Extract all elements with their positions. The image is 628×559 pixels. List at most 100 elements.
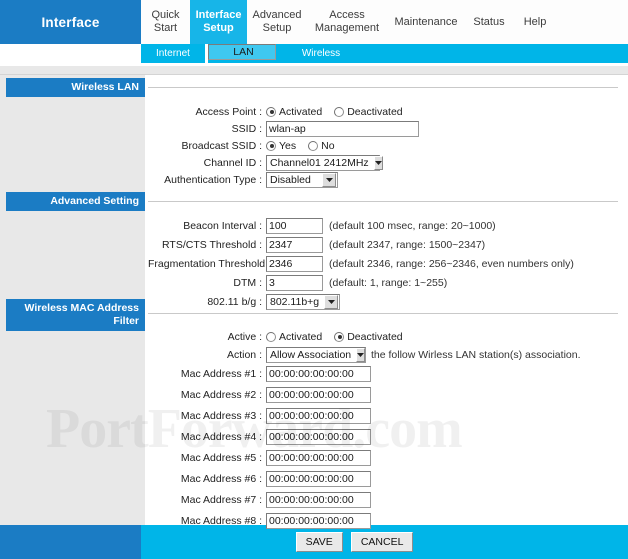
row-channel-id: Channel ID : Channel01 2412MHz [148, 154, 383, 171]
logo-label: Interface [41, 14, 100, 30]
access-point-radio-deactivated-label: Deactivated [347, 105, 403, 118]
mac-address-8-label: Mac Address #8 : [180, 514, 262, 527]
access-point-radio-group: Activated Deactivated [266, 106, 411, 118]
tab-help-label: Help [523, 15, 547, 28]
row-fragmentation-threshold: Fragmentation Threshold : (default 2346,… [148, 255, 574, 272]
mac-address-4-label: Mac Address #4 : [180, 430, 262, 443]
tab-help[interactable]: Help [513, 0, 557, 44]
mac-address-4-input[interactable] [266, 428, 371, 445]
mac-address-7-label: Mac Address #7 : [180, 493, 262, 506]
mac-address-2-input[interactable] [266, 386, 371, 403]
802-11-mode-select[interactable]: 802.11b+g [266, 293, 340, 310]
mac-filter-action-label: Action : [226, 348, 262, 361]
rts-cts-threshold-hint: (default 2347, range: 1500~2347) [329, 238, 486, 251]
row-dtm: DTM : (default: 1, range: 1~255) [148, 274, 447, 291]
dtm-input[interactable] [266, 274, 323, 291]
tab-quick-start-label: Quick Start [151, 9, 180, 34]
row-802-11-mode: 802.11 b/g : 802.11b+g [148, 293, 340, 310]
radio-dot-icon [266, 140, 276, 151]
subtab-internet[interactable]: Internet [141, 44, 208, 63]
top-navigation-bar: Interface Quick Start Interface Setup Ad… [0, 0, 628, 44]
mac-address-3-label: Mac Address #3 : [180, 409, 262, 422]
mac-address-8-input[interactable] [266, 512, 371, 529]
broadcast-ssid-label: Broadcast SSID : [181, 139, 262, 152]
mac-filter-action-select[interactable]: Allow Association [266, 346, 366, 363]
sub-tab-list: Internet LAN Wireless [0, 44, 628, 63]
mac-address-3-input[interactable] [266, 407, 371, 424]
access-point-radio-deactivated[interactable]: Deactivated [334, 106, 410, 118]
settings-form: Access Point : Activated Deactivated SSI… [148, 75, 628, 548]
rts-cts-threshold-input[interactable] [266, 236, 323, 253]
tab-advanced-setup[interactable]: Advanced Setup [247, 0, 307, 44]
broadcast-ssid-radio-yes[interactable]: Yes [266, 140, 304, 152]
beacon-interval-input[interactable] [266, 217, 323, 234]
mac-address-1-label: Mac Address #1 : [180, 367, 262, 380]
radio-dot-icon [266, 331, 276, 342]
row-rts-cts-threshold: RTS/CTS Threshold : (default 2347, range… [148, 236, 485, 253]
authentication-type-label: Authentication Type : [164, 173, 262, 186]
mac-address-5-input[interactable] [266, 449, 371, 466]
mac-address-1-input[interactable] [266, 365, 371, 382]
ssid-label: SSID : [231, 122, 262, 135]
tab-status[interactable]: Status [465, 0, 513, 44]
access-point-label: Access Point : [195, 105, 262, 118]
channel-id-label: Channel ID : [203, 156, 262, 169]
row-mac-address-7: Mac Address #7 : [148, 491, 371, 508]
row-access-point: Access Point : Activated Deactivated [148, 103, 411, 120]
beacon-interval-label: Beacon Interval : [183, 219, 262, 232]
dtm-label: DTM : [233, 276, 262, 289]
fragmentation-threshold-hint: (default 2346, range: 256~2346, even num… [329, 257, 574, 270]
beacon-interval-hint: (default 100 msec, range: 20~1000) [329, 219, 496, 232]
chevron-down-icon [322, 172, 336, 187]
broadcast-ssid-radio-yes-label: Yes [279, 139, 297, 152]
authentication-type-select[interactable]: Disabled [266, 171, 338, 188]
tab-maintenance[interactable]: Maintenance [387, 0, 465, 44]
access-point-radio-activated-label: Activated [279, 105, 323, 118]
row-mac-filter-action: Action : Allow Association the follow Wi… [148, 346, 581, 363]
mac-filter-active-radio-activated[interactable]: Activated [266, 331, 330, 343]
tab-access-management-label: Access Management [314, 9, 380, 34]
section-header-mac-filter: Wireless MAC Address Filter [6, 299, 145, 331]
tab-access-management[interactable]: Access Management [307, 0, 387, 44]
nav-gap-strip [0, 66, 628, 75]
mac-filter-active-radio-deactivated-label: Deactivated [347, 330, 403, 343]
dtm-hint: (default: 1, range: 1~255) [329, 276, 448, 289]
mac-filter-active-radio-deactivated[interactable]: Deactivated [334, 331, 410, 343]
row-mac-address-1: Mac Address #1 : [148, 365, 371, 382]
channel-id-select[interactable]: Channel01 2412MHz [266, 154, 383, 171]
row-mac-address-4: Mac Address #4 : [148, 428, 371, 445]
broadcast-ssid-radio-no-label: No [321, 139, 335, 152]
subtab-wireless[interactable]: Wireless [276, 44, 366, 63]
authentication-type-value: Disabled [270, 173, 311, 186]
access-point-radio-activated[interactable]: Activated [266, 106, 330, 118]
broadcast-ssid-radio-no[interactable]: No [308, 140, 342, 152]
sub-tab-tail [366, 44, 628, 63]
chevron-down-icon [373, 155, 383, 170]
tab-interface-setup[interactable]: Interface Setup [190, 0, 247, 44]
section-header-wireless-lan-label: Wireless LAN [71, 81, 139, 93]
subtab-lan[interactable]: LAN [208, 44, 276, 60]
mac-address-7-input[interactable] [266, 491, 371, 508]
radio-dot-icon [334, 106, 345, 117]
mac-address-5-label: Mac Address #5 : [180, 451, 262, 464]
interface-logo: Interface [0, 0, 141, 44]
row-mac-address-6: Mac Address #6 : [148, 470, 371, 487]
row-mac-address-3: Mac Address #3 : [148, 407, 371, 424]
mac-filter-action-value: Allow Association [270, 348, 352, 361]
radio-dot-icon [334, 331, 345, 342]
fragmentation-threshold-input[interactable] [266, 255, 323, 272]
row-beacon-interval: Beacon Interval : (default 100 msec, ran… [148, 217, 496, 234]
chevron-down-icon [324, 294, 338, 309]
mac-filter-action-tail-text: the follow Wirless LAN station(s) associ… [371, 348, 581, 361]
mac-address-6-input[interactable] [266, 470, 371, 487]
mac-address-2-label: Mac Address #2 : [180, 388, 262, 401]
tab-quick-start[interactable]: Quick Start [141, 0, 190, 44]
802-11-mode-label: 802.11 b/g : [207, 295, 262, 308]
ssid-input[interactable] [266, 120, 419, 137]
subtab-wireless-label: Wireless [301, 48, 341, 59]
row-mac-address-5: Mac Address #5 : [148, 449, 371, 466]
footer-left-block [0, 525, 141, 559]
chevron-down-icon [356, 347, 366, 362]
mac-address-6-label: Mac Address #6 : [180, 472, 262, 485]
section-header-advanced-setting-label: Advanced Setting [50, 195, 139, 207]
